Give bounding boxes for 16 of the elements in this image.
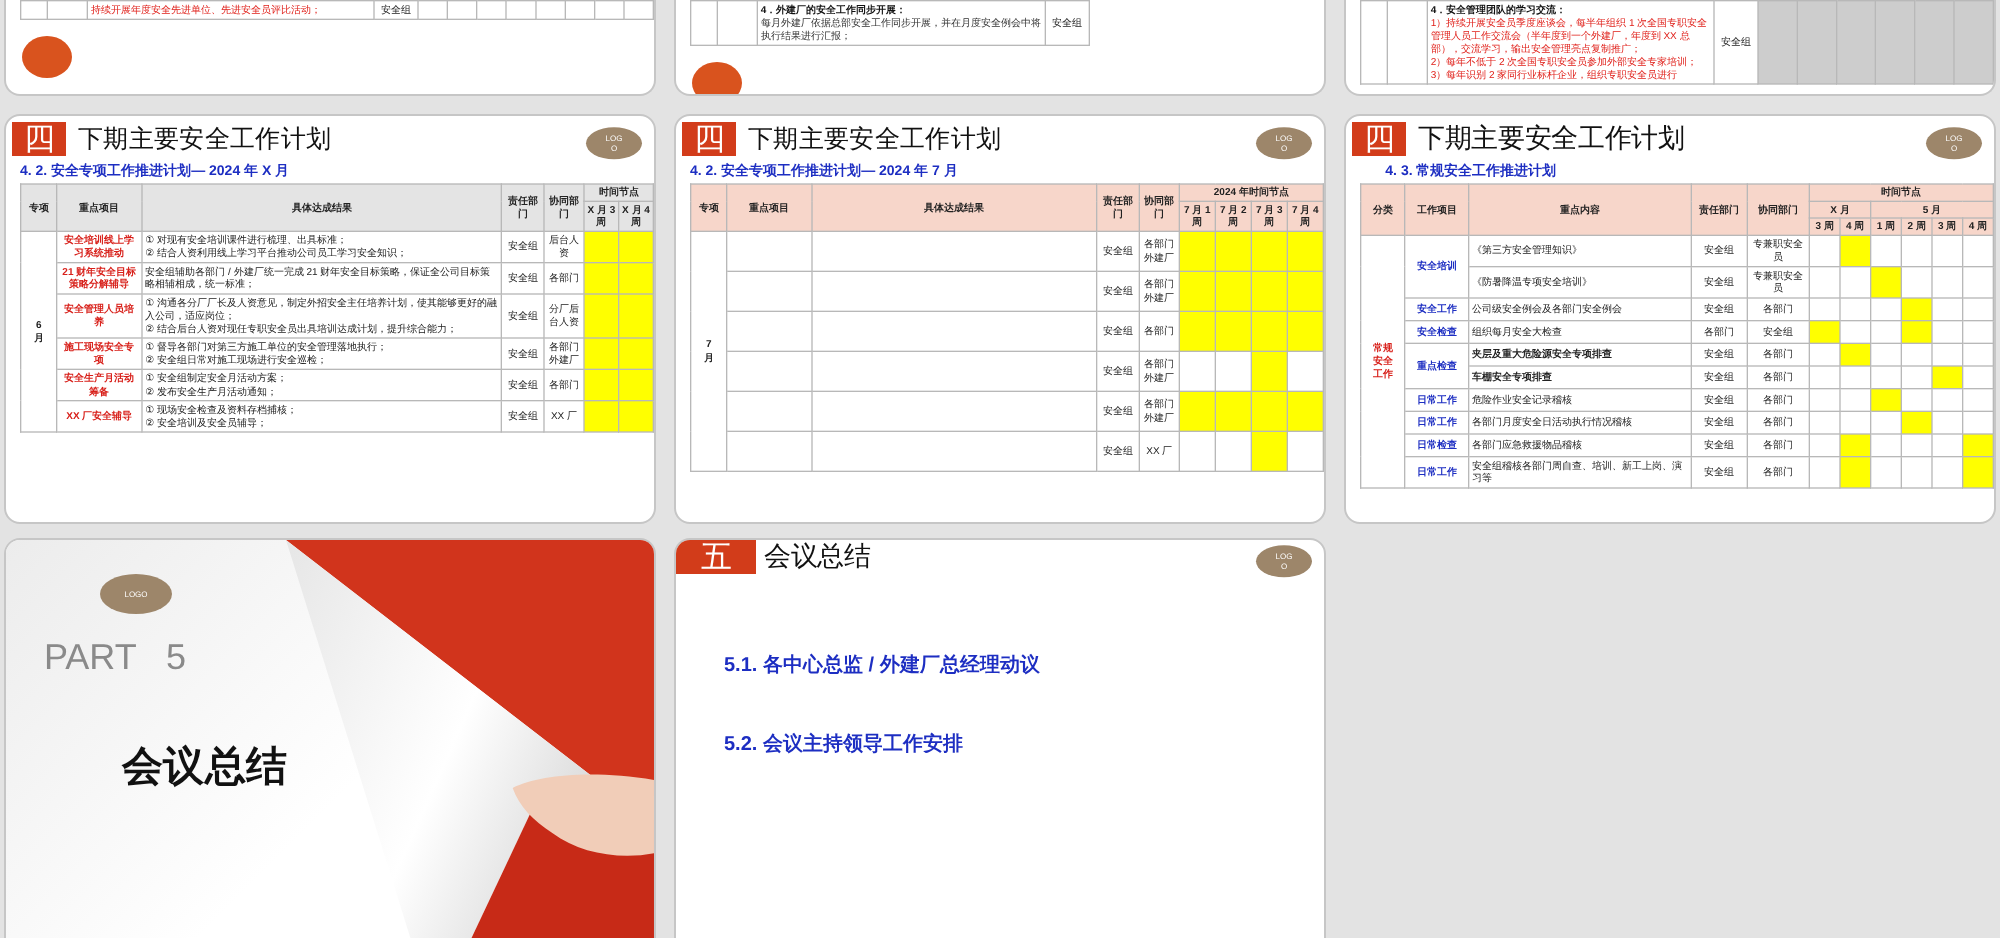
section-number: 四: [682, 122, 736, 156]
slide-card[interactable]: [4, 114, 656, 524]
part-label: PART 5: [44, 636, 187, 678]
section-number: 五: [676, 540, 756, 574]
section-number: 四: [12, 122, 66, 156]
circle-icon: [692, 61, 742, 94]
slide-title: 下期主要安全工作计划: [1418, 122, 1685, 156]
slide-card[interactable]: [1344, 114, 1996, 524]
circle-icon: [22, 35, 72, 78]
agenda-item: 5.2. 会议主持领导工作安排: [724, 730, 963, 758]
slide-title: 会议总结: [764, 540, 871, 574]
slide-title: 下期主要安全工作计划: [78, 122, 332, 156]
agenda-item: 5.1. 各中心总监 / 外建厂总经理动议: [724, 651, 1040, 678]
section-title: 会议总结: [122, 741, 288, 794]
section-number: 四: [1352, 122, 1406, 156]
slide-title: 下期主要安全工作计划: [748, 122, 1002, 156]
